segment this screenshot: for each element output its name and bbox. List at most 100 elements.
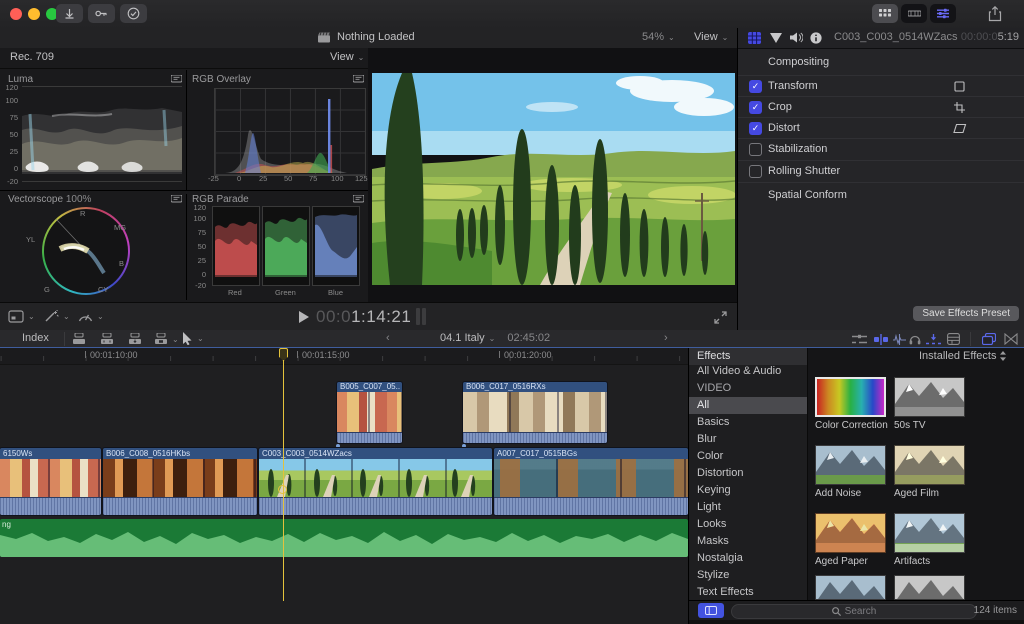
crop-tool-icon[interactable] [954,102,965,113]
parade-axis: 120 100 75 50 25 0 -20 [190,204,208,288]
category-color[interactable]: Color [689,448,807,465]
music-audio-clip[interactable]: ng [0,519,688,557]
previous-project-button[interactable]: ‹ [386,332,390,344]
play-button[interactable] [298,311,309,323]
expand-viewer-icon[interactable] [714,311,727,324]
effect-tile-partial[interactable] [815,575,886,600]
connected-clip-b006rxs[interactable]: B006_C017_0516RXs [463,382,607,443]
trim-tool-icon[interactable] [852,334,867,345]
effect-tile-color-correction[interactable] [815,377,886,417]
transitions-browser-toggle[interactable] [1004,333,1018,345]
transform-checkbox[interactable]: ✓ [749,80,762,93]
category-light[interactable]: Light [689,499,807,516]
index-button[interactable]: Index [22,332,49,344]
items-count: 124 items [974,605,1017,616]
close-window-button[interactable] [10,8,22,20]
category-distortion[interactable]: Distortion [689,465,807,482]
browser-grid-button[interactable] [872,4,898,23]
insert-clip-button[interactable] [100,333,114,345]
viewer-view-menu[interactable]: View⌄ [694,31,728,43]
section-spatial-conform: Spatial Conform [738,182,1024,204]
primary-clip-c003wzacs[interactable]: C003_C003_0514WZacs [259,448,492,515]
clip-audio-waveform [494,497,688,515]
share-button[interactable] [988,6,1002,22]
crop-checkbox[interactable]: ✓ [749,101,762,114]
solo-toggle-icon[interactable] [909,333,921,345]
primary-clip-6150ws[interactable]: 6150Ws [0,448,101,515]
category-keying[interactable]: Keying [689,482,807,499]
rgb-overlay-histogram [215,89,365,175]
transform-tool-icon[interactable] [954,81,965,92]
background-tasks-button[interactable] [120,4,147,23]
category-stylize[interactable]: Stylize [689,567,807,584]
scopes-view-menu[interactable]: View⌄ [330,51,364,63]
audio-skimming-toggle-icon[interactable] [893,334,906,345]
category-all-video-audio[interactable]: All Video & Audio [689,363,807,380]
stabilization-checkbox[interactable] [749,143,762,156]
section-compositing: Compositing [768,56,829,68]
scope-settings-icon[interactable] [353,75,364,84]
clip-audio-waveform [0,497,101,515]
import-media-button[interactable] [56,4,83,23]
clip-audio-waveform [337,432,402,443]
info-inspector-icon[interactable] [810,32,822,44]
viewer-canvas[interactable] [368,48,737,302]
installed-effects-menu[interactable]: Installed Effects [919,350,1007,362]
scope-settings-icon[interactable] [353,195,364,204]
retime-menu[interactable]: ⌄ [78,310,104,322]
category-basics[interactable]: Basics [689,414,807,431]
overwrite-clip-menu[interactable]: ⌄ [154,333,179,345]
distort-checkbox[interactable]: ✓ [749,122,762,135]
audio-meter-left[interactable] [416,308,420,325]
timeline-toggle-button[interactable] [901,4,927,23]
save-effects-preset-button[interactable]: Save Effects Preset [913,306,1019,321]
category-text-effects[interactable]: Text Effects [689,584,807,601]
effect-tile-aged-film[interactable] [894,445,965,485]
minimize-window-button[interactable] [28,8,40,20]
connected-clip-b005[interactable]: B005_C007_05.. [337,382,402,443]
video-inspector-icon[interactable] [748,32,762,44]
inspector-toggle-button[interactable] [930,4,956,23]
scope-settings-icon[interactable] [171,195,182,204]
playhead[interactable] [283,348,284,601]
vectorscope-target-b: B [119,260,124,267]
effects-sidebar-toggle-button[interactable] [698,603,724,618]
effect-tile-artifacts[interactable] [894,513,965,553]
effect-row-transform: ✓ Transform [738,75,1024,97]
search-input[interactable]: Search [731,604,977,619]
keyword-editor-button[interactable] [88,4,115,23]
effect-tile-add-noise[interactable] [815,445,886,485]
clip-appearance-icon[interactable] [947,333,960,345]
append-clip-button[interactable] [128,333,142,345]
key-icon [95,9,108,18]
snapping-toggle-icon[interactable] [926,334,941,345]
color-inspector-icon[interactable] [770,33,782,43]
effect-row-crop: ✓ Crop [738,96,1024,118]
category-masks[interactable]: Masks [689,533,807,550]
primary-clip-a007bgs[interactable]: A007_C017_0515BGs [494,448,688,515]
audio-inspector-icon[interactable] [790,32,803,43]
effects-browser-toggle[interactable] [982,333,996,345]
next-project-button[interactable]: › [664,332,668,344]
effect-tile-50s-tv[interactable] [894,377,965,417]
project-name-menu[interactable]: 04.1 Italy [440,332,485,344]
viewer-zoom-menu[interactable]: 54%⌄ [642,31,675,43]
skimming-toggle-icon[interactable] [874,334,888,345]
primary-clip-b006hkbs[interactable]: B006_C008_0516HKbs [103,448,257,515]
distort-tool-icon[interactable] [953,123,967,134]
category-blur[interactable]: Blur [689,431,807,448]
scope-settings-icon[interactable] [171,75,182,84]
rolling-shutter-checkbox[interactable] [749,165,762,178]
connect-clip-button[interactable] [72,333,86,345]
magic-wand-icon [44,310,59,323]
effect-tile-aged-paper[interactable] [815,513,886,553]
enhancements-menu[interactable]: ⌄ [44,310,70,323]
effect-tile-partial[interactable] [894,575,965,600]
audio-meter-right[interactable] [422,308,426,325]
effects-sidebar: Effects All Video & Audio VIDEO All Basi… [689,348,808,600]
category-all[interactable]: All [689,397,807,414]
category-looks[interactable]: Looks [689,516,807,533]
category-nostalgia[interactable]: Nostalgia [689,550,807,567]
select-tool-menu[interactable]: ⌄ [182,332,204,345]
viewer-display-menu[interactable]: ⌄ [8,310,35,323]
